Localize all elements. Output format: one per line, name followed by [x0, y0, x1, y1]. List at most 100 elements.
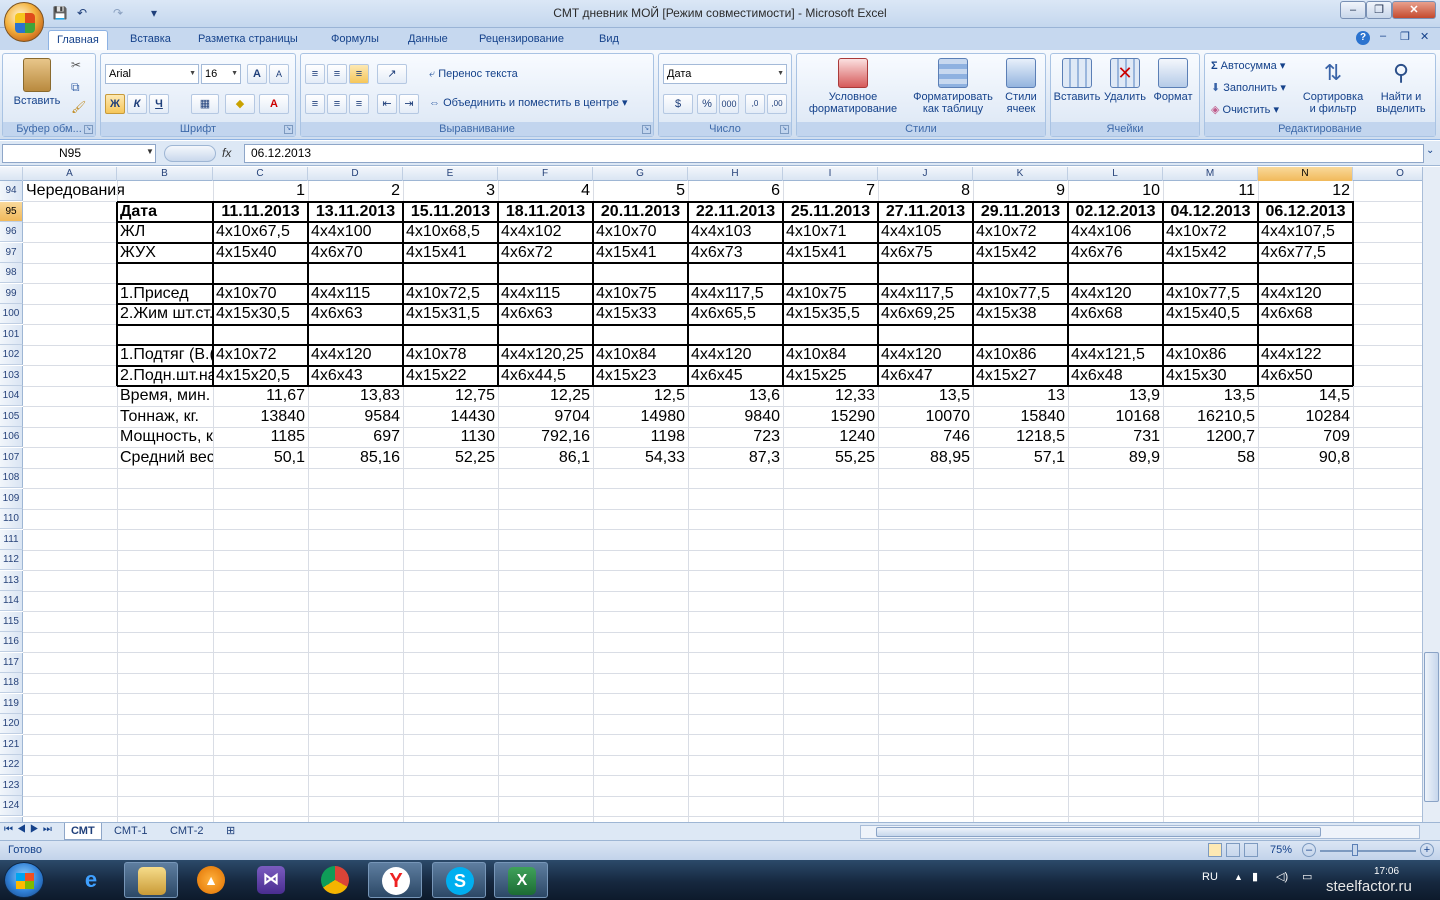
- data-cell[interactable]: 4x6x44,5: [498, 366, 593, 386]
- insert-cells-button[interactable]: Вставить: [1053, 58, 1101, 103]
- row-header[interactable]: 106: [0, 427, 23, 447]
- language-indicator[interactable]: RU: [1202, 871, 1218, 883]
- data-cell[interactable]: 3: [403, 181, 498, 201]
- row-header[interactable]: 113: [0, 570, 23, 591]
- data-cell[interactable]: 4x15x41: [783, 243, 878, 263]
- cell-styles-button[interactable]: Стили ячеек: [999, 58, 1043, 115]
- volume-icon[interactable]: ◁): [1276, 870, 1288, 883]
- selected-cell-n95[interactable]: [1257, 200, 1354, 223]
- data-cell[interactable]: 14980: [593, 407, 688, 427]
- data-cell[interactable]: 4x15x31,5: [403, 304, 498, 324]
- row-header[interactable]: 94: [0, 181, 23, 201]
- data-cell[interactable]: 10070: [878, 407, 973, 427]
- data-cell[interactable]: 4x6x73: [688, 243, 783, 263]
- autosum-button[interactable]: Σ Автосумма ▾: [1211, 56, 1285, 76]
- data-cell[interactable]: 10168: [1068, 407, 1163, 427]
- page-layout-view-icon[interactable]: [1226, 843, 1240, 857]
- taskbar-chrome[interactable]: [308, 862, 362, 898]
- row-label-cell[interactable]: 2.Подн.шт.на: [117, 366, 213, 386]
- data-cell[interactable]: 15290: [783, 407, 878, 427]
- data-cell[interactable]: 4x15x42: [1163, 243, 1258, 263]
- increase-decimal-button[interactable]: ,0: [745, 94, 765, 114]
- column-header-b[interactable]: B: [117, 167, 213, 181]
- sort-filter-button[interactable]: ⇅ Сортировка и фильтр: [1299, 58, 1367, 115]
- data-cell[interactable]: 13,83: [308, 386, 403, 406]
- row-header[interactable]: 108: [0, 468, 23, 488]
- taskbar-yandex[interactable]: Y: [368, 862, 422, 898]
- data-cell[interactable]: 4x10x70: [213, 284, 308, 304]
- data-cell[interactable]: 4x4x120,25: [498, 345, 593, 365]
- data-cell[interactable]: 4x15x30: [1163, 366, 1258, 386]
- row-label-cell[interactable]: Время, мин.: [117, 386, 213, 406]
- data-cell[interactable]: 4x10x75: [593, 284, 688, 304]
- data-cell[interactable]: 4x10x77,5: [1163, 284, 1258, 304]
- row-header[interactable]: 96: [0, 222, 23, 242]
- number-dialog-launcher-icon[interactable]: ↘: [780, 125, 789, 134]
- select-all-corner[interactable]: [0, 167, 23, 181]
- grow-font-button[interactable]: A: [247, 64, 267, 84]
- data-cell[interactable]: 14,5: [1258, 386, 1353, 406]
- format-as-table-button[interactable]: Форматировать как таблицу: [907, 58, 999, 115]
- data-cell[interactable]: 4x4x122: [1258, 345, 1353, 365]
- align-left-button[interactable]: ≡: [305, 94, 325, 114]
- tab-insert[interactable]: Вставка: [122, 30, 179, 50]
- zoom-in-icon[interactable]: +: [1420, 843, 1434, 857]
- data-cell[interactable]: 4x4x106: [1068, 222, 1163, 242]
- data-cell[interactable]: 4x4x117,5: [688, 284, 783, 304]
- data-cell[interactable]: 4x4x117,5: [878, 284, 973, 304]
- data-cell[interactable]: 4x10x67,5: [213, 222, 308, 242]
- decrease-decimal-button[interactable]: ,00: [767, 94, 787, 114]
- cell-a-label[interactable]: Чередования: [23, 181, 213, 201]
- data-cell[interactable]: 04.12.2013: [1163, 202, 1258, 222]
- data-cell[interactable]: 25.11.2013: [783, 202, 878, 222]
- column-header-d[interactable]: D: [308, 167, 403, 181]
- data-cell[interactable]: 4x6x63: [308, 304, 403, 324]
- sheet-nav-arrows-icon[interactable]: ⏮◀▶⏭: [4, 824, 56, 835]
- data-cell[interactable]: 1218,5: [973, 427, 1068, 447]
- percent-button[interactable]: %: [697, 94, 717, 114]
- fill-color-button[interactable]: ◆: [225, 94, 255, 114]
- data-cell[interactable]: 4x6x77,5: [1258, 243, 1353, 263]
- zoom-out-icon[interactable]: –: [1302, 843, 1316, 857]
- row-header[interactable]: 103: [0, 365, 23, 386]
- data-cell[interactable]: 697: [308, 427, 403, 447]
- conditional-formatting-button[interactable]: Условное форматирование: [801, 58, 905, 115]
- data-cell[interactable]: 4x4x102: [498, 222, 593, 242]
- worksheet-grid[interactable]: A B C D E F G H I J K L M N O 94 Чередования 1 2 3 4 5 6 7 8 9 10 1…: [0, 167, 1422, 822]
- horizontal-scroll-thumb[interactable]: [876, 827, 1321, 837]
- row-header[interactable]: 101: [0, 324, 23, 345]
- cut-icon[interactable]: ✂: [71, 58, 81, 72]
- data-cell[interactable]: 6: [688, 181, 783, 201]
- alignment-dialog-launcher-icon[interactable]: ↘: [642, 125, 651, 134]
- data-cell[interactable]: 4x10x70: [593, 222, 688, 242]
- minimize-button[interactable]: –: [1340, 1, 1366, 19]
- data-cell[interactable]: 4x10x78: [403, 345, 498, 365]
- vertical-scrollbar[interactable]: [1422, 167, 1440, 822]
- data-cell[interactable]: 8: [878, 181, 973, 201]
- taskbar-visualstudio[interactable]: ⋈: [244, 862, 298, 898]
- row-header[interactable]: 123: [0, 775, 23, 796]
- format-painter-icon[interactable]: 🖌: [71, 100, 86, 114]
- sheet-tab-smt-2[interactable]: СМТ-2: [164, 823, 209, 840]
- tray-app-icon[interactable]: ▮: [1252, 870, 1258, 883]
- data-cell[interactable]: 13840: [213, 407, 308, 427]
- data-cell[interactable]: 792,16: [498, 427, 593, 447]
- tab-formulas[interactable]: Формулы: [323, 30, 387, 50]
- taskbar-explorer[interactable]: [124, 862, 178, 898]
- data-cell[interactable]: 4x6x47: [878, 366, 973, 386]
- data-cell[interactable]: 731: [1068, 427, 1163, 447]
- data-cell[interactable]: 4x15x23: [593, 366, 688, 386]
- close-button[interactable]: ✕: [1392, 1, 1436, 19]
- data-cell[interactable]: 10284: [1258, 407, 1353, 427]
- data-cell[interactable]: 14430: [403, 407, 498, 427]
- data-cell[interactable]: 4x6x69,25: [878, 304, 973, 324]
- copy-icon[interactable]: ⧉: [71, 80, 80, 95]
- align-right-button[interactable]: ≡: [349, 94, 369, 114]
- data-cell[interactable]: 5: [593, 181, 688, 201]
- delete-cells-button[interactable]: ✕ Удалить: [1101, 58, 1149, 103]
- data-cell[interactable]: 4x6x75: [878, 243, 973, 263]
- data-cell[interactable]: 57,1: [973, 448, 1068, 468]
- data-cell[interactable]: 4x6x43: [308, 366, 403, 386]
- data-cell[interactable]: 4x15x25: [783, 366, 878, 386]
- data-cell[interactable]: 11.11.2013: [213, 202, 308, 222]
